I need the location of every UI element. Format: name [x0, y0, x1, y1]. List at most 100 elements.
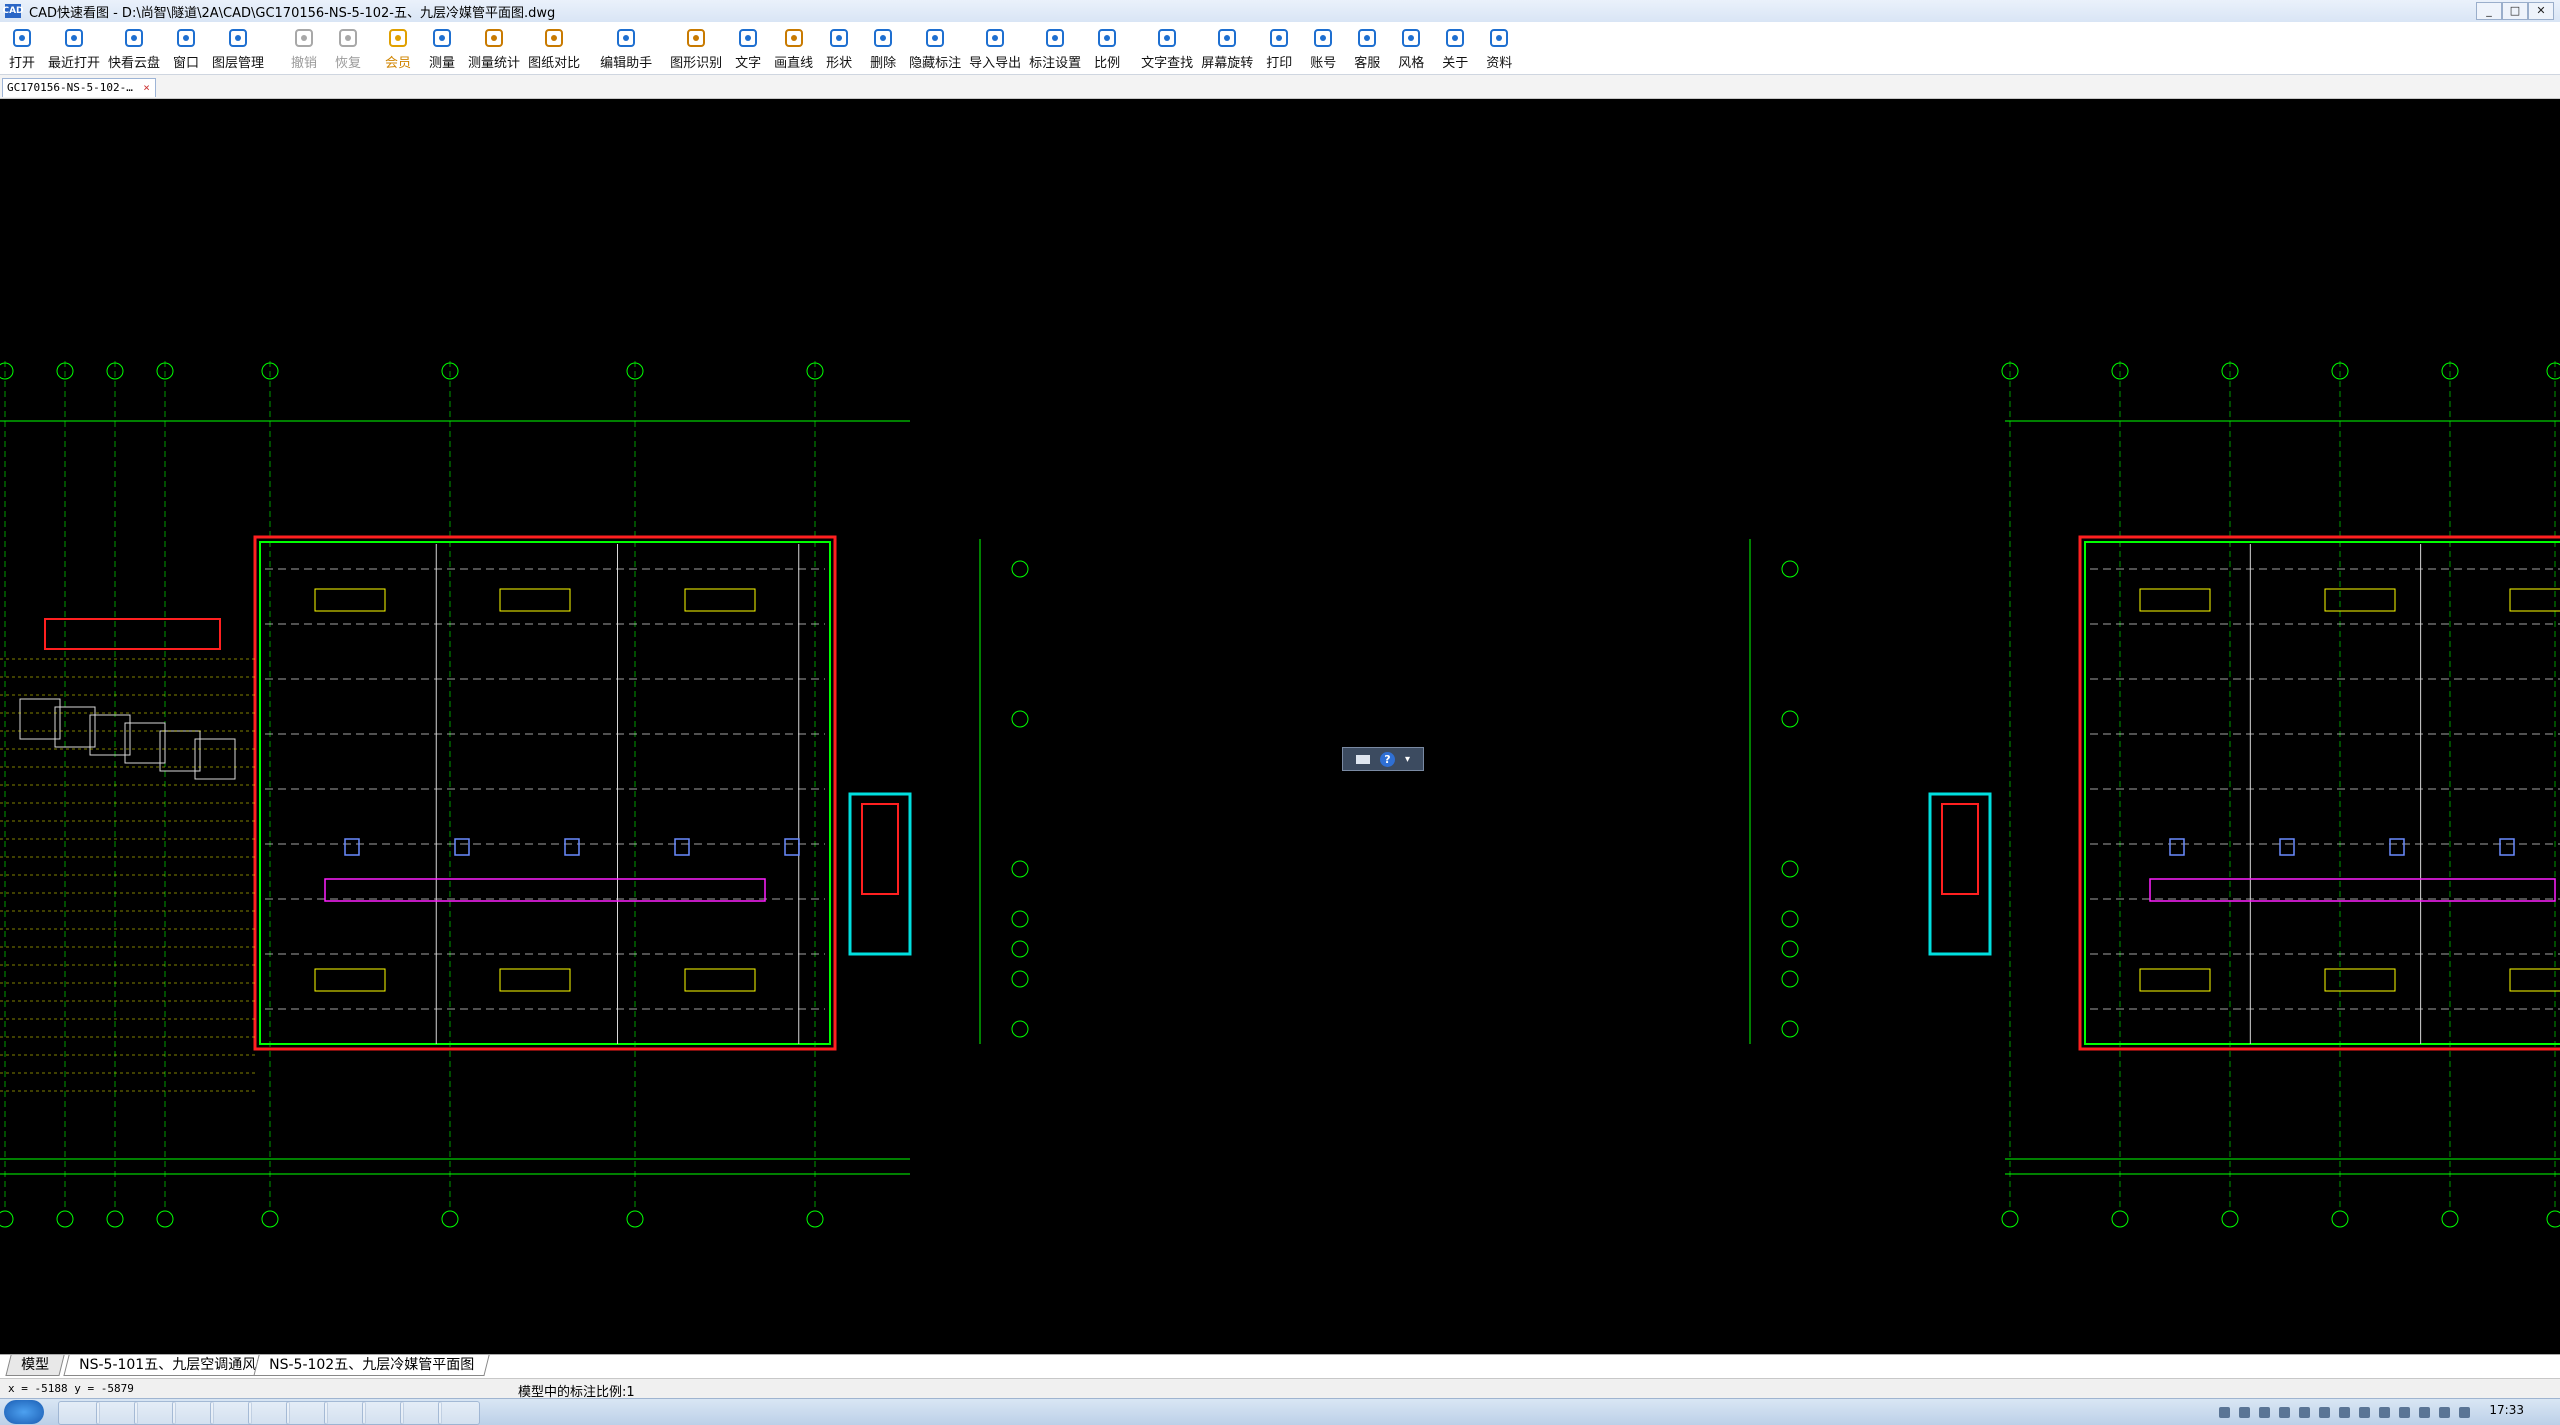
room-tag	[2509, 968, 2560, 992]
tray-icon[interactable]	[2399, 1407, 2410, 1418]
axis-bubble	[806, 1210, 824, 1228]
toolbar-redo-button[interactable]: 恢复	[326, 22, 370, 71]
taskbar-wechat-icon[interactable]	[438, 1401, 480, 1425]
layout-tab-ns-5-102[interactable]: NS-5-102五、九层冷媒管平面图	[253, 1355, 490, 1376]
tray-icon[interactable]	[2259, 1407, 2270, 1418]
line-icon	[784, 29, 803, 47]
equipment-block	[44, 618, 221, 650]
account-icon	[1314, 29, 1333, 47]
tray-icon[interactable]	[2319, 1407, 2330, 1418]
toolbar-shape-recognition-button[interactable]: 图形识别	[666, 22, 726, 71]
minimize-button[interactable]: _	[2476, 2, 2502, 20]
toolbar-layers-button[interactable]: 图层管理	[208, 22, 268, 71]
toolbar-shape-button[interactable]: 形状	[817, 22, 861, 71]
taskbar-app-k-icon[interactable]	[134, 1401, 176, 1425]
tray-icon[interactable]	[2359, 1407, 2370, 1418]
toolbar-measure-button[interactable]: 测量	[420, 22, 464, 71]
start-button-icon[interactable]	[4, 1400, 44, 1424]
toolbar-eraser-button[interactable]: 删除	[861, 22, 905, 71]
toolbar-import-export-button[interactable]: 导入导出	[965, 22, 1025, 71]
room-tag	[499, 588, 571, 612]
toolbar-button-label: 画直线	[774, 56, 814, 71]
tray-icon[interactable]	[2279, 1407, 2290, 1418]
refrigerant-pipe	[2149, 878, 2556, 902]
taskbar-clock[interactable]: 17:33	[2489, 1403, 2524, 1417]
toolbar-measure-stats-button[interactable]: 测量统计	[464, 22, 524, 71]
toolbar-button-label: 隐藏标注	[909, 56, 962, 71]
toolbar-text-button[interactable]: 文字	[726, 22, 770, 71]
toolbar-rotate-screen-button[interactable]: 屏幕旋转	[1197, 22, 1257, 71]
toolbar-button-label: 标注设置	[1029, 56, 1082, 71]
tray-icon[interactable]	[2239, 1407, 2250, 1418]
toolbar-button-label: 比例	[1094, 56, 1121, 71]
toolbar-button-label: 会员	[385, 56, 412, 71]
taskbar-cad-viewer-icon[interactable]	[400, 1401, 442, 1425]
toolbar-printer-button[interactable]: 打印	[1257, 22, 1301, 71]
toolbar-button-label: 快看云盘	[108, 56, 161, 71]
axis-bubble	[1011, 710, 1029, 728]
toolbar-scale-button[interactable]: 比例	[1085, 22, 1129, 71]
axis-bubble	[2546, 1210, 2560, 1228]
taskbar-app-x-icon[interactable]	[286, 1401, 328, 1425]
stair-flight	[1941, 803, 1979, 895]
document-tab[interactable]: GC170156-NS-5-102-… ×	[2, 78, 156, 97]
keyboard-icon[interactable]	[1355, 754, 1370, 764]
toolbar-button-label: 恢复	[335, 56, 362, 71]
toolbar-recent-clock-button[interactable]: 最近打开	[44, 22, 104, 71]
toolbar-vip-button[interactable]: 会员	[376, 22, 420, 71]
taskbar-monitor-icon[interactable]	[362, 1401, 404, 1425]
toolbar-window-button[interactable]: 窗口	[164, 22, 208, 71]
document-tab-close-icon[interactable]: ×	[143, 79, 150, 97]
toolbar-button-label: 形状	[826, 56, 853, 71]
toolbar-edit-assistant-button[interactable]: 编辑助手	[596, 22, 656, 71]
tray-icon[interactable]	[2419, 1407, 2430, 1418]
layout-tab-model[interactable]: 模型	[5, 1355, 65, 1376]
axis-bubble	[1781, 860, 1799, 878]
axis-bubble	[2111, 1210, 2129, 1228]
axis-bubble	[2546, 362, 2560, 380]
taskbar-chrome-icon[interactable]	[324, 1401, 366, 1425]
toolbar-docs-button[interactable]: 资料	[1477, 22, 1521, 71]
toolbar-button-label: 图形识别	[670, 56, 723, 71]
toolbar-undo-button[interactable]: 撤销	[282, 22, 326, 71]
network-icon[interactable]	[2459, 1407, 2470, 1418]
taskbar-autocad-icon[interactable]	[248, 1401, 290, 1425]
taskbar-ie-icon[interactable]	[172, 1401, 214, 1425]
volume-icon[interactable]	[2439, 1407, 2450, 1418]
toolbar-button-label: 测量统计	[468, 56, 521, 71]
dropdown-arrow-icon[interactable]: ▾	[1405, 754, 1410, 765]
floating-command-widget[interactable]: ? ▾	[1342, 747, 1424, 771]
toolbar-text-search-button[interactable]: 文字查找	[1137, 22, 1197, 71]
taskbar-explorer-folder-icon[interactable]	[96, 1401, 138, 1425]
tray-icon[interactable]	[2339, 1407, 2350, 1418]
tray-icon[interactable]	[2219, 1407, 2230, 1418]
drawing-canvas[interactable]: ? ▾	[0, 99, 2560, 1354]
maximize-button[interactable]: □	[2502, 2, 2528, 20]
tray-icon[interactable]	[2299, 1407, 2310, 1418]
toolbar-cloud-button[interactable]: 快看云盘	[104, 22, 164, 71]
main-toolbar: 打开 最近打开 快看云盘 窗口 图层管理 撤销 恢复 会员 测量 测量统计 图纸对比 编辑助手 图形识别…	[0, 22, 2560, 75]
toolbar-hide-eye-button[interactable]: 隐藏标注	[905, 22, 965, 71]
hide-eye-icon	[926, 29, 945, 47]
app-logo-icon: CAD	[2, 4, 24, 18]
import-export-icon	[986, 29, 1005, 47]
taskbar-ie-icon[interactable]	[210, 1401, 252, 1425]
toolbar-button-label: 图纸对比	[528, 56, 581, 71]
toolbar-headset-button[interactable]: 客服	[1345, 22, 1389, 71]
headset-icon	[1358, 29, 1377, 47]
toolbar-compare-button[interactable]: 图纸对比	[524, 22, 584, 71]
tray-icon[interactable]	[2379, 1407, 2390, 1418]
axis-bubble	[0, 1210, 14, 1228]
recent-clock-icon	[65, 29, 83, 47]
toolbar-line-button[interactable]: 画直线	[770, 22, 817, 71]
toolbar-folder-button[interactable]: 打开	[0, 22, 44, 71]
toolbar-button-label: 编辑助手	[600, 56, 653, 71]
toolbar-style-button[interactable]: 风格	[1389, 22, 1433, 71]
toolbar-info-button[interactable]: 关于	[1433, 22, 1477, 71]
toolbar-button-label: 文字	[735, 56, 762, 71]
close-button[interactable]: ✕	[2528, 2, 2554, 20]
toolbar-account-button[interactable]: 账号	[1301, 22, 1345, 71]
toolbar-annotation-settings-button[interactable]: 标注设置	[1025, 22, 1085, 71]
help-icon[interactable]: ?	[1379, 751, 1395, 767]
taskbar-ie-icon[interactable]	[58, 1401, 100, 1425]
